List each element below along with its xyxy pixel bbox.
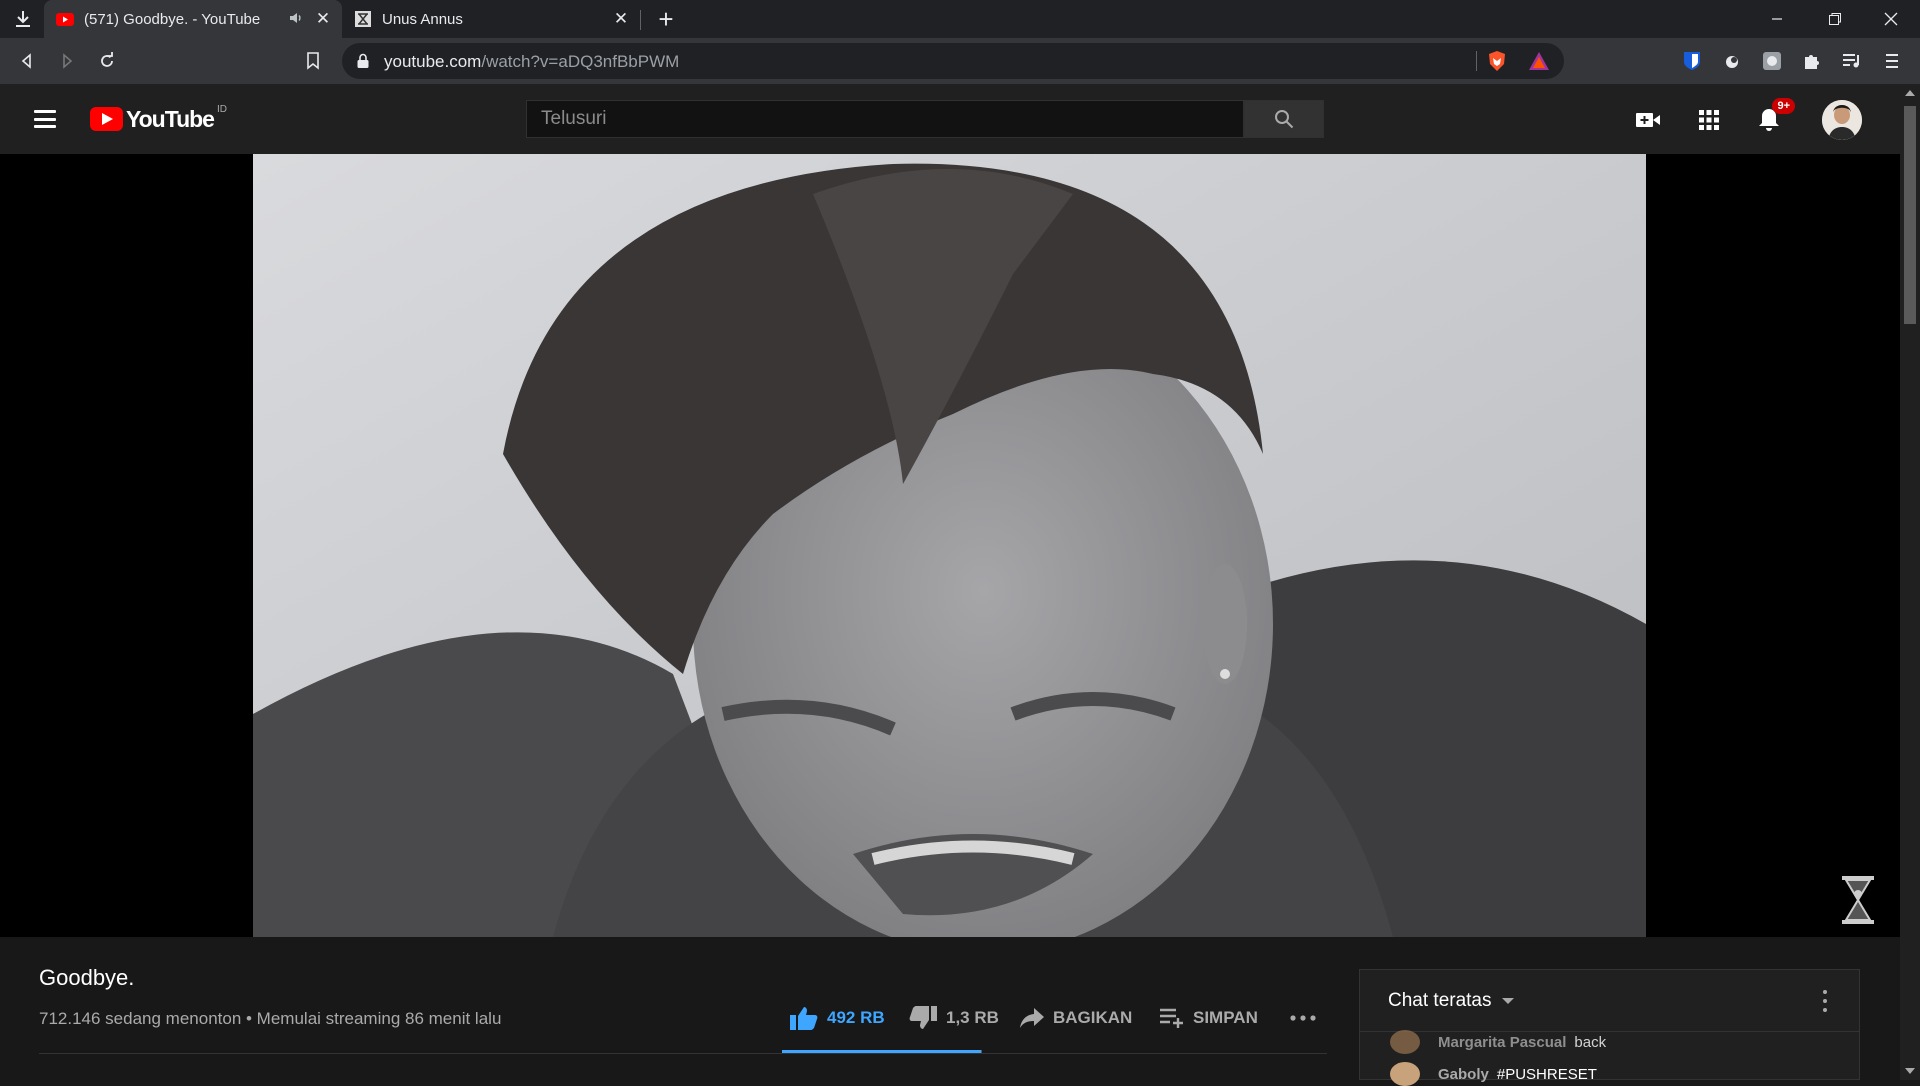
close-tab-icon[interactable]: ✕ xyxy=(314,9,332,29)
youtube-play-icon xyxy=(90,107,123,131)
thumbs-down-icon xyxy=(908,1005,938,1031)
notification-badge: 9+ xyxy=(1772,98,1795,114)
youtube-wordmark: YouTube xyxy=(126,105,215,132)
scroll-up-icon[interactable] xyxy=(1905,90,1915,96)
tab-youtube[interactable]: (571) Goodbye. - YouTube ✕ xyxy=(44,0,342,38)
omnibox-divider xyxy=(1476,51,1477,71)
notifications-bell-icon[interactable]: 9+ xyxy=(1753,98,1795,136)
video-view-count: 712.146 sedang menonton • Memulai stream… xyxy=(39,1009,502,1028)
restore-icon[interactable] xyxy=(1806,0,1864,38)
url-text: youtube.com/watch?v=aDQ3nfBbPWM xyxy=(384,52,679,72)
chat-header: Chat teratas xyxy=(1360,970,1859,1032)
like-count: 492 RB xyxy=(827,1008,885,1027)
create-video-icon[interactable] xyxy=(1632,104,1664,136)
more-vertical-icon[interactable] xyxy=(1821,990,1829,1012)
extension-icon[interactable] xyxy=(1717,46,1747,76)
thumbs-up-icon xyxy=(789,1005,819,1031)
apps-grid-icon[interactable] xyxy=(1693,104,1725,136)
browser-tab-strip: (571) Goodbye. - YouTube ✕ Unus Annus ✕ … xyxy=(0,0,1920,38)
minimize-icon[interactable] xyxy=(1748,0,1806,38)
scroll-down-icon[interactable] xyxy=(1905,1068,1915,1074)
share-label: BAGIKAN xyxy=(1053,1008,1133,1027)
close-window-icon[interactable] xyxy=(1862,0,1920,38)
guide-menu-icon[interactable] xyxy=(28,106,62,132)
back-icon[interactable] xyxy=(12,46,42,76)
playlist-add-icon xyxy=(1159,1008,1185,1028)
chat-message[interactable]: Margarita Pascual back xyxy=(1390,1030,1606,1054)
download-icon[interactable] xyxy=(10,6,36,32)
url-path: /watch?v=aDQ3nfBbPWM xyxy=(481,52,680,71)
close-tab-icon[interactable]: ✕ xyxy=(612,9,630,29)
chat-author: Margarita Pascual xyxy=(1438,1033,1567,1051)
chat-mode-label: Chat teratas xyxy=(1388,990,1492,1011)
video-title: Goodbye. xyxy=(39,965,135,990)
lock-icon[interactable] xyxy=(356,52,370,75)
divider xyxy=(39,1053,1327,1054)
speaker-icon[interactable] xyxy=(288,11,306,28)
tab-title: Unus Annus xyxy=(382,10,463,28)
browser-toolbar: youtube.com/watch?v=aDQ3nfBbPWM xyxy=(0,38,1920,84)
save-label: SIMPAN xyxy=(1193,1008,1258,1027)
dislike-count: 1,3 RB xyxy=(946,1008,999,1027)
save-button[interactable]: SIMPAN xyxy=(1159,1000,1258,1036)
address-bar[interactable]: youtube.com/watch?v=aDQ3nfBbPWM xyxy=(342,43,1564,79)
dislike-button[interactable]: 1,3 RB xyxy=(908,1000,999,1036)
page-scrollbar[interactable] xyxy=(1900,84,1920,1080)
chevron-down-icon xyxy=(1501,998,1514,1004)
chat-text: back xyxy=(1574,1033,1607,1051)
unus-annus-favicon-icon xyxy=(354,10,372,28)
video-frame[interactable] xyxy=(253,154,1646,937)
live-chat-panel: Chat teratas Margarita Pascual back Gabo… xyxy=(1359,969,1860,1086)
search-box xyxy=(526,100,1324,138)
url-host: youtube.com xyxy=(384,52,482,71)
like-button[interactable]: 492 RB xyxy=(789,1000,885,1036)
tab-unus-annus[interactable]: Unus Annus ✕ xyxy=(342,0,640,38)
chat-message[interactable]: Gaboly #PUSHRESET xyxy=(1390,1062,1597,1086)
chat-avatar xyxy=(1390,1062,1420,1086)
search-button[interactable] xyxy=(1244,100,1324,138)
more-horizontal-icon xyxy=(1290,1015,1316,1021)
forward-icon[interactable] xyxy=(52,46,82,76)
search-icon xyxy=(1275,110,1294,129)
bitwarden-extension-icon[interactable] xyxy=(1677,46,1707,76)
youtube-header: YouTube ID 9+ xyxy=(0,84,1900,154)
brave-rewards-icon[interactable] xyxy=(1524,46,1554,76)
country-code: ID xyxy=(216,104,227,115)
tab-title: (571) Goodbye. - YouTube xyxy=(84,10,261,28)
reload-icon[interactable] xyxy=(92,46,122,76)
share-arrow-icon xyxy=(1019,1007,1045,1029)
channel-watermark-icon[interactable] xyxy=(1840,874,1876,926)
youtube-favicon-icon xyxy=(56,10,74,28)
more-actions-button[interactable] xyxy=(1290,1000,1316,1036)
brave-shield-icon[interactable] xyxy=(1482,46,1512,76)
avatar[interactable] xyxy=(1822,100,1862,140)
search-input[interactable] xyxy=(526,100,1244,138)
share-button[interactable]: BAGIKAN xyxy=(1019,1000,1132,1036)
extension-icon[interactable] xyxy=(1757,46,1787,76)
video-player[interactable] xyxy=(0,154,1900,937)
video-info: Goodbye. 712.146 sedang menonton • Memul… xyxy=(0,937,1360,1080)
new-tab-button[interactable]: + xyxy=(651,4,681,34)
menu-icon[interactable] xyxy=(1877,46,1907,76)
scrollbar-thumb[interactable] xyxy=(1904,106,1916,324)
puzzle-icon[interactable] xyxy=(1797,46,1827,76)
chat-mode-dropdown[interactable]: Chat teratas xyxy=(1388,990,1514,1012)
chat-avatar xyxy=(1390,1030,1420,1054)
bookmark-icon[interactable] xyxy=(298,46,328,76)
tab-separator xyxy=(640,10,641,30)
media-icon[interactable] xyxy=(1837,46,1867,76)
youtube-logo[interactable]: YouTube ID xyxy=(90,104,227,132)
